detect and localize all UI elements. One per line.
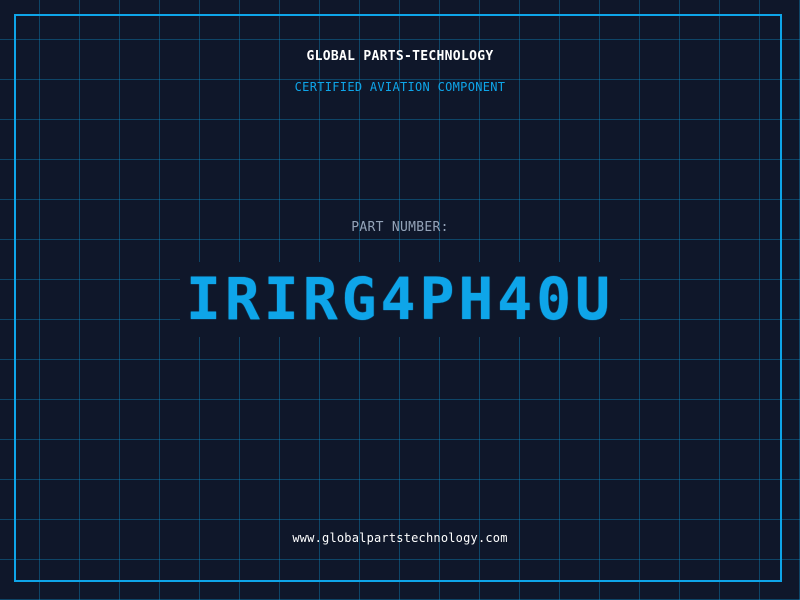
part-number-value: IRIRG4PH40U [179, 262, 621, 337]
part-number-container: IRIRG4PH40U [0, 262, 800, 337]
part-label-card: GLOBAL PARTS-TECHNOLOGY CERTIFIED AVIATI… [0, 0, 800, 600]
company-name: GLOBAL PARTS-TECHNOLOGY [306, 49, 494, 64]
part-number-label: PART NUMBER: [351, 220, 449, 235]
website-url: www.globalpartstechnology.com [292, 531, 508, 545]
tagline: CERTIFIED AVIATION COMPONENT [294, 80, 506, 94]
